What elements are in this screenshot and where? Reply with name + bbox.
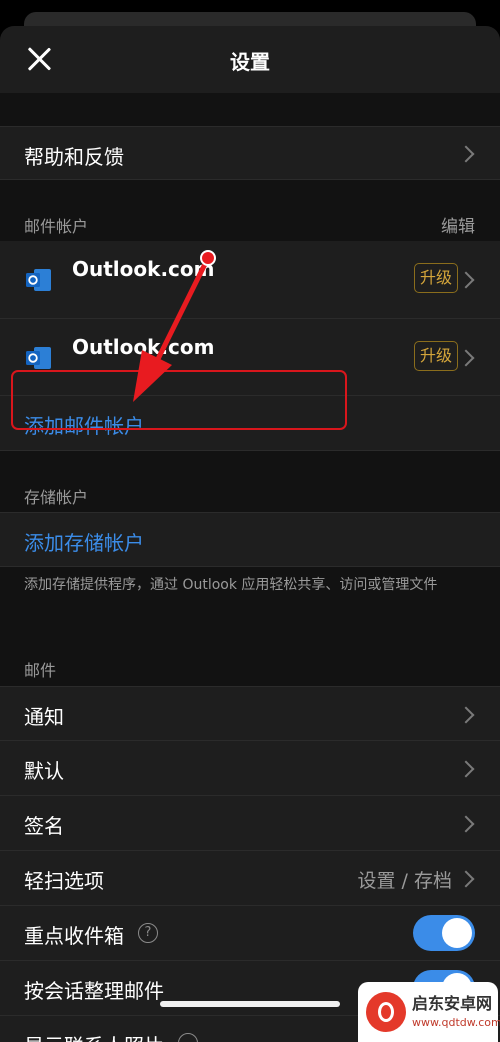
chevron-right-icon [457, 760, 475, 778]
toggle-knob [442, 918, 472, 948]
defaults-row[interactable]: 默认 [0, 741, 500, 796]
swipe-options-label: 轻扫选项 [24, 869, 104, 893]
chevron-right-icon [457, 815, 475, 833]
swipe-options-row[interactable]: 轻扫选项 设置 / 存档 [0, 851, 500, 906]
focused-inbox-label: 重点收件箱 [24, 924, 124, 948]
defaults-label: 默认 [24, 759, 64, 783]
chevron-right-icon [457, 271, 475, 289]
mail-accounts-header: 邮件帐户 [24, 217, 89, 236]
upgrade-badge[interactable]: 升级 [414, 263, 458, 293]
storage-accounts-header: 存储帐户 [24, 488, 89, 507]
settings-sheet: 设置 帮助和反馈 邮件帐户 编辑 Outlook.com 升级 Outlook.… [0, 26, 500, 1042]
focused-inbox-toggle[interactable] [413, 915, 475, 951]
nav-bar: 设置 [0, 26, 500, 93]
mail-section-header: 邮件 [24, 661, 57, 680]
conversation-label: 按会话整理邮件 [24, 979, 164, 1003]
add-storage-account-label: 添加存储帐户 [24, 531, 144, 555]
storage-description: 添加存储提供程序，通过 Outlook 应用轻松共享、访问或管理文件 [24, 577, 438, 593]
signature-label: 签名 [24, 814, 64, 838]
account-row[interactable]: Outlook.com 升级 [0, 241, 500, 319]
home-indicator [160, 1001, 340, 1007]
account-name: Outlook.com [72, 257, 215, 281]
page-title: 设置 [230, 50, 270, 74]
account-name: Outlook.com [72, 335, 215, 359]
watermark: 启东安卓网 www.qdtdw.com [358, 982, 500, 1042]
notifications-label: 通知 [24, 705, 64, 729]
help-feedback-row[interactable]: 帮助和反馈 [0, 126, 500, 180]
signature-row[interactable]: 签名 [0, 796, 500, 851]
outlook-icon [26, 269, 51, 291]
focused-inbox-row: 重点收件箱 ? [0, 906, 500, 961]
swipe-options-value: 设置 / 存档 [357, 870, 452, 892]
contact-photos-label: 显示联系人照片 [24, 1030, 164, 1042]
chevron-right-icon [457, 145, 475, 163]
upgrade-badge[interactable]: 升级 [414, 341, 458, 371]
help-circle-icon[interactable] [178, 1033, 198, 1042]
watermark-title: 启东安卓网 [412, 994, 493, 1013]
outlook-icon [26, 347, 51, 369]
notifications-row[interactable]: 通知 [0, 686, 500, 741]
help-feedback-label: 帮助和反馈 [24, 145, 124, 169]
edit-button[interactable]: 编辑 [441, 212, 475, 237]
chevron-right-icon [457, 349, 475, 367]
annotation-highlight-box [11, 370, 347, 430]
chevron-right-icon [457, 870, 475, 888]
watermark-logo-icon [366, 992, 406, 1032]
chevron-right-icon [457, 706, 475, 724]
watermark-url: www.qdtdw.com [412, 1016, 500, 1029]
add-storage-account-row[interactable]: 添加存储帐户 [0, 512, 500, 567]
help-circle-icon[interactable]: ? [138, 923, 158, 943]
